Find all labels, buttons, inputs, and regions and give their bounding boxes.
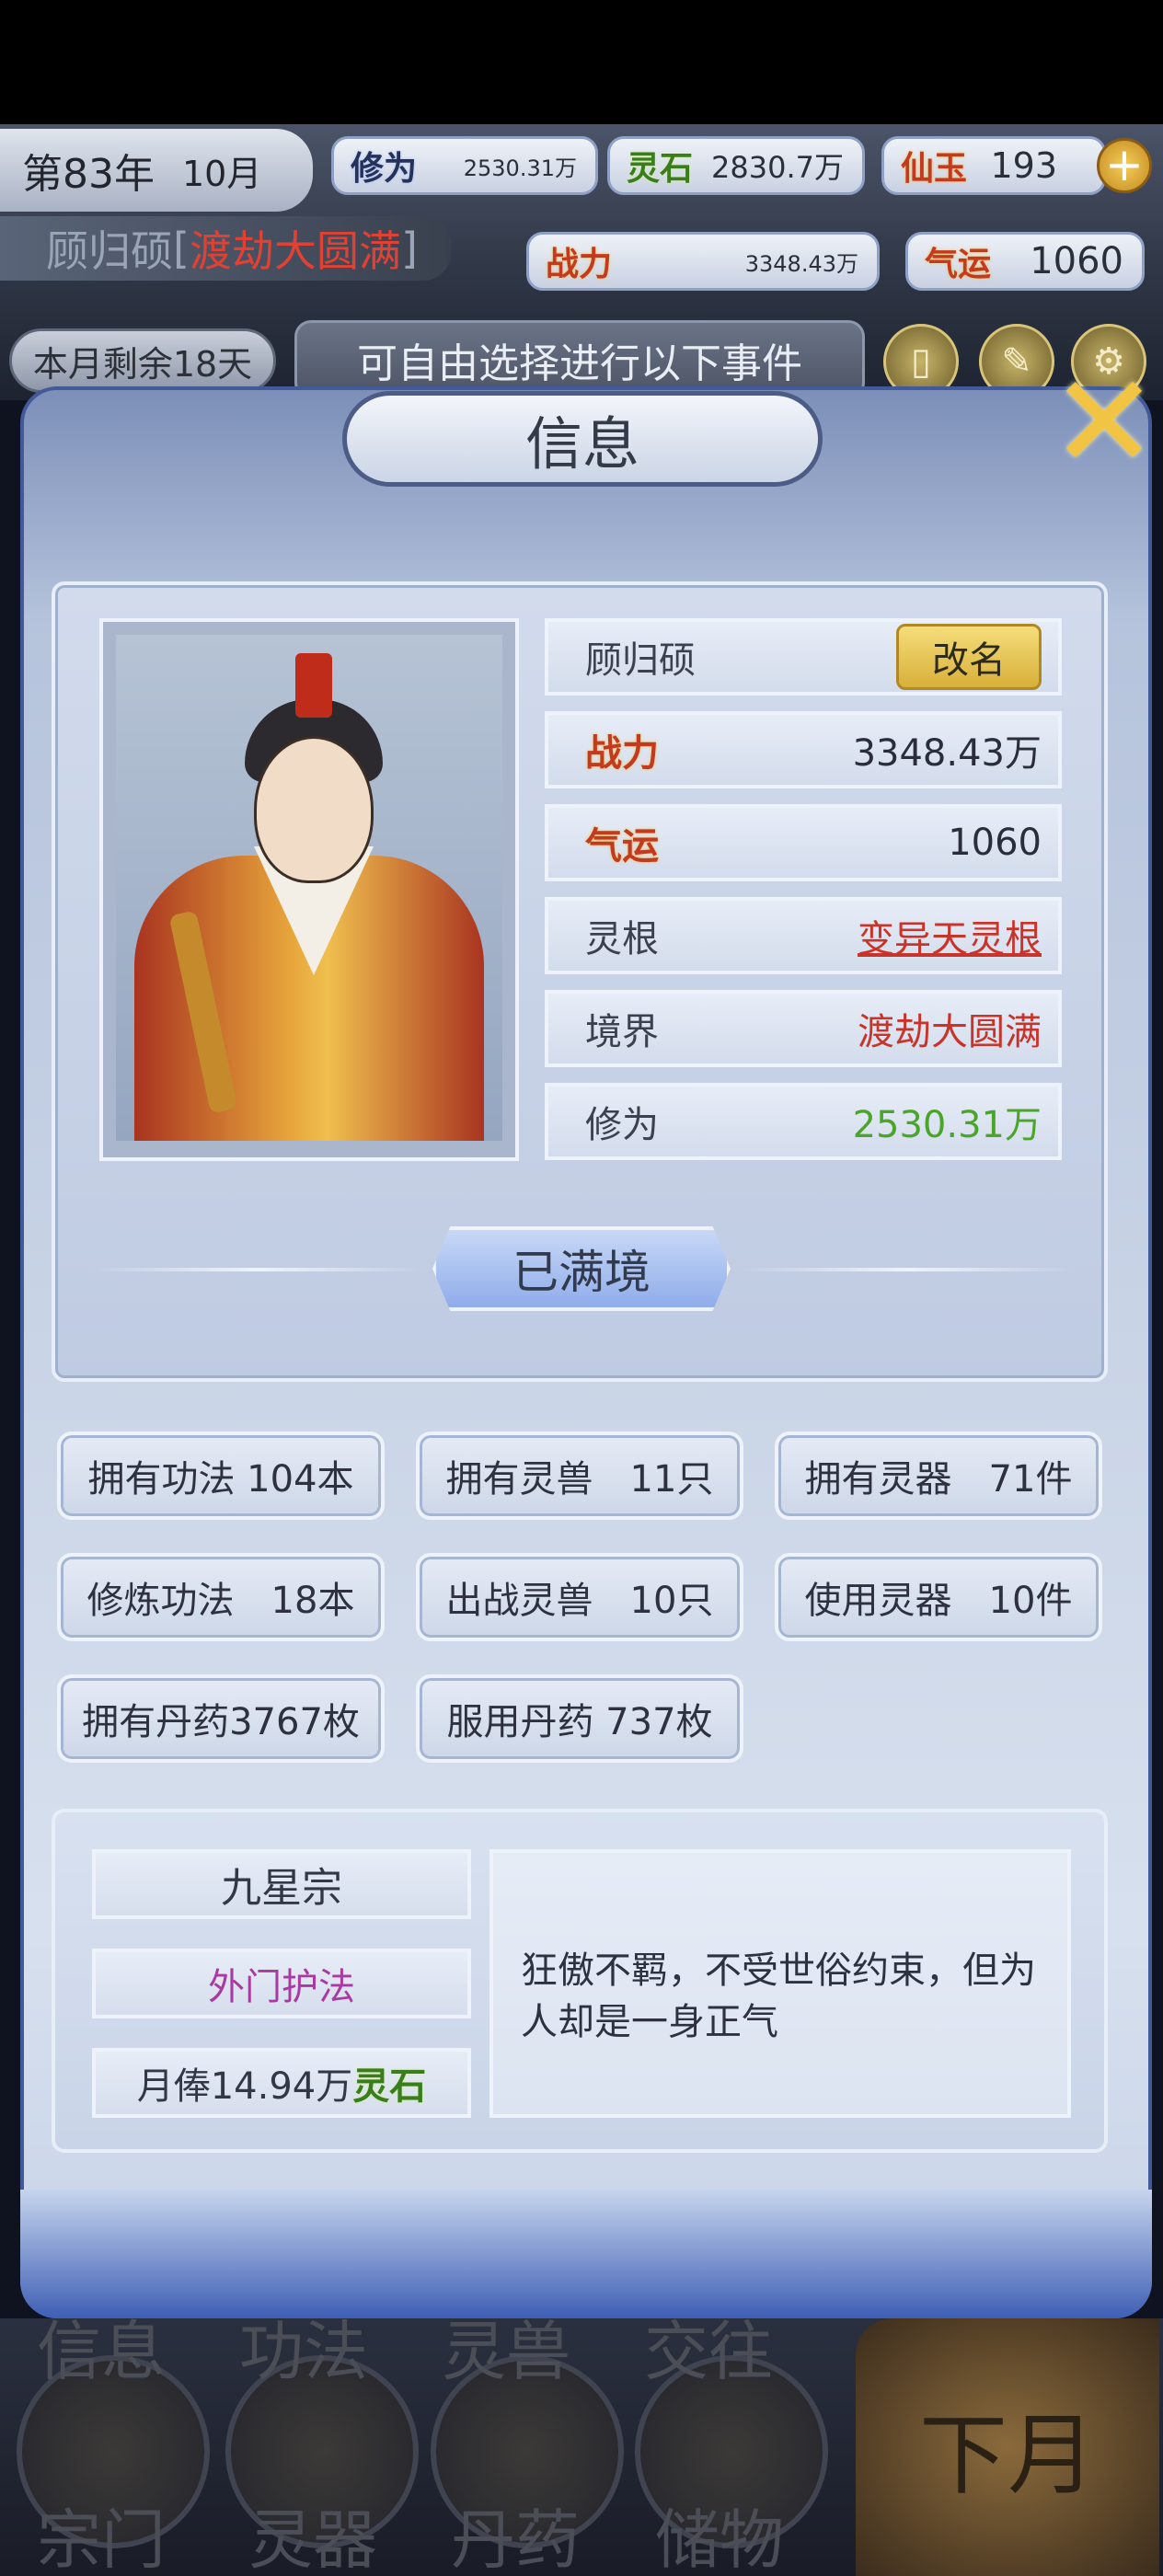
realm-value: 渡劫大圆满 bbox=[858, 1011, 1042, 1053]
character-name: 顾归硕 bbox=[46, 226, 173, 276]
divider-left bbox=[92, 1268, 423, 1271]
cultivation-label: 修为 bbox=[585, 1104, 659, 1146]
nav-storage-label[interactable]: 储物 bbox=[655, 2489, 784, 2576]
spirit-stone-icon: 灵石 bbox=[352, 2064, 427, 2108]
portrait-crown bbox=[295, 653, 332, 718]
jade-pill: 仙玉 193 bbox=[881, 136, 1106, 195]
status-bar bbox=[0, 0, 1163, 124]
techniques-practiced-button[interactable]: 修炼功法 18本 bbox=[57, 1553, 385, 1641]
character-portrait bbox=[116, 635, 502, 1141]
cultivation-pill: 修为 2530.31万 bbox=[331, 136, 598, 195]
year-display: 第83年 10月 bbox=[0, 129, 313, 212]
techniques-owned-button[interactable]: 拥有功法 104本 bbox=[57, 1432, 385, 1520]
luck-icon: 气运 bbox=[925, 245, 992, 283]
beasts-deployed-button[interactable]: 出战灵兽 10只 bbox=[416, 1553, 743, 1641]
name-value: 顾归硕 bbox=[585, 639, 696, 682]
month-text: 10月 bbox=[182, 153, 262, 194]
full-realm-button[interactable]: 已满境 bbox=[432, 1226, 731, 1311]
salary-text: 月俸14.94万 bbox=[136, 2065, 353, 2108]
nav-pill-label[interactable]: 丹药 bbox=[451, 2489, 580, 2576]
spirit-stone-value: 2830.7万 bbox=[711, 150, 844, 185]
power-icon: 战力 bbox=[546, 245, 613, 283]
pills-taken-button[interactable]: 服用丹药 737枚 bbox=[416, 1674, 743, 1763]
luck-value: 1060 bbox=[1030, 240, 1123, 282]
luck-row-value: 1060 bbox=[948, 822, 1042, 864]
cultivation-value: 2530.31万 bbox=[463, 155, 577, 181]
jade-value: 193 bbox=[990, 145, 1057, 186]
spirit-root-row: 灵根 变异天灵根 bbox=[545, 897, 1062, 974]
power-label: 战力 bbox=[585, 731, 659, 775]
spirit-root-label: 灵根 bbox=[585, 918, 659, 960]
nav-social-label[interactable]: 交往 bbox=[644, 2300, 773, 2393]
realm-label: 境界 bbox=[585, 1011, 659, 1053]
beasts-owned-button[interactable]: 拥有灵兽 11只 bbox=[416, 1432, 743, 1520]
name-row: 顾归硕 改名 bbox=[545, 618, 1062, 696]
sect-name: 九星宗 bbox=[92, 1849, 471, 1919]
nav-technique-label[interactable]: 功法 bbox=[239, 2300, 368, 2393]
character-realm: 渡劫大圆满 bbox=[189, 226, 401, 276]
year-text: 第83年 bbox=[22, 151, 155, 198]
cultivation-row: 修为 2530.31万 bbox=[545, 1083, 1062, 1160]
power-row-value: 3348.43万 bbox=[852, 732, 1042, 775]
month-remaining: 本月剩余18天 bbox=[9, 328, 276, 393]
spirit-root-link[interactable]: 变异天灵根 bbox=[858, 909, 1042, 962]
luck-label: 气运 bbox=[585, 824, 659, 868]
divider-right bbox=[742, 1268, 1073, 1271]
bracket-close: ] bbox=[400, 224, 418, 273]
luck-row: 气运 1060 bbox=[545, 804, 1062, 881]
pills-owned-button[interactable]: 拥有丹药3767枚 bbox=[57, 1674, 385, 1763]
nav-sect-label[interactable]: 宗门 bbox=[37, 2489, 166, 2576]
cultivation-row-value: 2530.31万 bbox=[852, 1104, 1042, 1146]
power-pill: 战力 3348.43万 bbox=[526, 232, 880, 291]
artifacts-used-button[interactable]: 使用灵器 10件 bbox=[775, 1553, 1102, 1641]
bracket-open: [ bbox=[173, 224, 190, 273]
nav-info-label[interactable]: 信息 bbox=[37, 2300, 166, 2393]
artifacts-owned-button[interactable]: 拥有灵器 71件 bbox=[775, 1432, 1102, 1520]
sect-position: 外门护法 bbox=[92, 1949, 471, 2018]
luck-pill: 气运 1060 bbox=[905, 232, 1145, 291]
character-description: 狂傲不羁，不受世俗约束，但为人却是一身正气 bbox=[489, 1849, 1071, 2118]
nav-beast-label[interactable]: 灵兽 bbox=[442, 2300, 570, 2393]
rename-button[interactable]: 改名 bbox=[896, 624, 1042, 690]
power-value: 3348.43万 bbox=[744, 250, 858, 277]
close-icon[interactable]: ✕ bbox=[1049, 359, 1159, 488]
cultivation-icon: 修为 bbox=[351, 149, 418, 188]
portrait-face bbox=[254, 736, 374, 883]
next-month-button[interactable]: 下月 bbox=[856, 2318, 1159, 2576]
salary-box: 月俸14.94万 灵石 bbox=[92, 2048, 471, 2118]
character-name-bar: 顾归硕 [ 渡劫大圆满 ] bbox=[0, 216, 451, 281]
panel-title: 信息 bbox=[342, 391, 823, 487]
nav-artifact-label[interactable]: 灵器 bbox=[248, 2489, 377, 2576]
power-row: 战力 3348.43万 bbox=[545, 711, 1062, 788]
spirit-stone-pill: 灵石 2830.7万 bbox=[607, 136, 865, 195]
jade-icon: 仙玉 bbox=[901, 149, 968, 188]
panel-bottom-band bbox=[20, 2190, 1152, 2318]
realm-row: 境界 渡劫大圆满 bbox=[545, 990, 1062, 1067]
add-jade-icon[interactable]: + bbox=[1097, 138, 1152, 193]
spirit-stone-icon: 灵石 bbox=[627, 149, 694, 188]
